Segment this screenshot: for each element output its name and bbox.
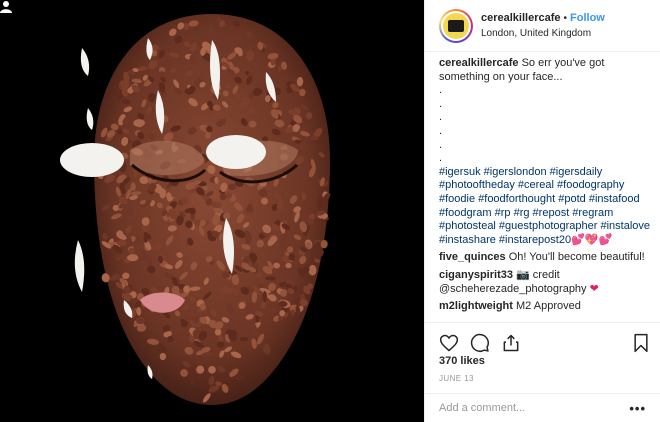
likes-count[interactable]: 370 likes [439, 355, 485, 367]
post-date[interactable]: JUNE 13 [439, 374, 474, 383]
caption-dot: . [439, 97, 443, 110]
follow-button[interactable]: Follow [570, 12, 605, 24]
hashtag-line[interactable]: #photooftheday #cereal #foodography [439, 179, 650, 193]
caption-dot: . [439, 138, 443, 151]
comment-text: M2 Approved [516, 300, 581, 313]
cereal-killer-logo-icon [443, 12, 469, 39]
like-button[interactable] [439, 333, 459, 353]
hashtag-text[interactable]: #instashare #instarepost20 [439, 234, 571, 246]
more-options-icon[interactable]: ••• [629, 401, 646, 416]
comment-item: m2lightweight M2 Approved [439, 300, 650, 314]
share-icon [503, 334, 519, 352]
comments-section: cerealkillercafe So err you've got somet… [439, 57, 650, 317]
comment-text: Oh! You'll become beautiful! [508, 251, 645, 264]
share-button[interactable] [501, 333, 521, 353]
comment-username[interactable]: ciganyspirit33 [439, 269, 513, 281]
post-photo [0, 0, 424, 422]
hashtag-line[interactable]: #foodie #foodforthought #potd #instafood [439, 193, 650, 207]
cereal-face-image [0, 0, 424, 422]
post-header: cerealkillercafe • Follow London, United K… [425, 0, 660, 52]
comment-item: ciganyspirit33 📷 credit @scheherezade_ph… [439, 269, 650, 296]
caption-dot: . [439, 84, 443, 97]
comment-username[interactable]: m2lightweight [439, 300, 513, 312]
avatar[interactable] [439, 8, 473, 43]
post-location[interactable]: London, United Kingdom [481, 27, 605, 41]
hashtag-line[interactable]: #igersuk #igerslondon #igersdaily [439, 166, 650, 180]
heart-icon [439, 334, 459, 352]
comment-username[interactable]: five_quinces [439, 251, 506, 263]
caption-dot: . [439, 124, 443, 137]
header-separator: • [563, 12, 568, 24]
hearts-emoji: 💕💖💕 [571, 233, 613, 246]
hashtag-line[interactable]: #photosteal #guestphotographer #instalov… [439, 220, 650, 234]
caption-dot: . [439, 111, 443, 124]
comment-button[interactable] [470, 333, 490, 353]
hashtag-line[interactable]: #foodgram #rp #rg #repost #regram [439, 207, 650, 221]
caption-username[interactable]: cerealkillercafe [439, 57, 519, 69]
post-side-panel: cerealkillercafe • Follow London, United K… [424, 0, 660, 422]
comment-icon [470, 333, 489, 352]
user-tag-icon[interactable] [0, 0, 12, 13]
post-username[interactable]: cerealkillercafe [481, 12, 561, 24]
hashtag-line-last[interactable]: #instashare #instarepost20💕💖💕 [439, 234, 650, 248]
heart-emoji: ❤ [589, 282, 599, 295]
cereal-puff [127, 254, 139, 262]
save-button[interactable] [631, 333, 651, 353]
caption-dot: . [439, 152, 443, 165]
caption: cerealkillercafe So err you've got somet… [439, 57, 650, 247]
comment-item: five_quinces Oh! You'll become beautiful… [439, 251, 650, 265]
bookmark-icon [634, 333, 648, 353]
add-comment-input[interactable] [439, 402, 630, 414]
add-comment-bar: ••• [425, 393, 660, 422]
